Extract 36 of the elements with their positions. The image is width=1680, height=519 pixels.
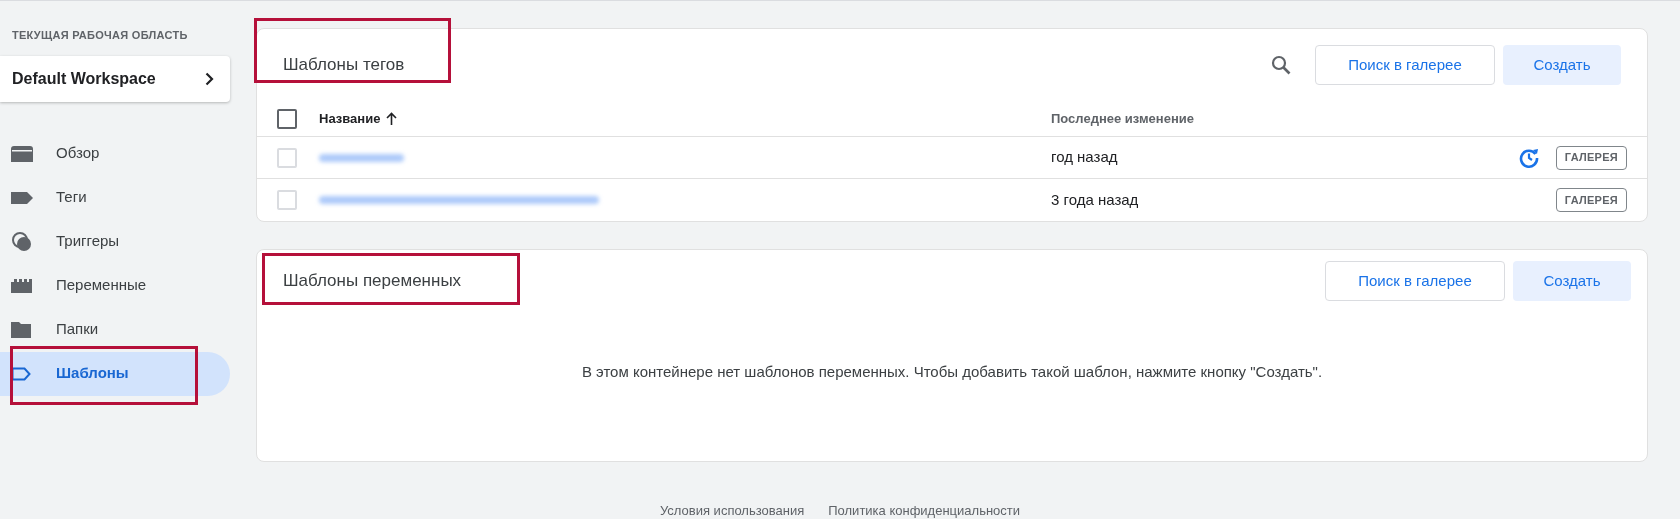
gallery-search-button[interactable]: Поиск в галерее: [1325, 261, 1505, 301]
table-row[interactable]: 3 года назад ГАЛЕРЕЯ: [257, 179, 1647, 221]
update-clock-icon[interactable]: [1517, 146, 1540, 169]
folder-icon: [11, 321, 31, 338]
tag-icon: [11, 191, 33, 204]
search-icon[interactable]: [1271, 55, 1291, 75]
modified-time: 3 года назад: [1051, 189, 1140, 210]
empty-state-message: В этом контейнере нет шаблонов переменных. Чтобы добавить такой шаблон, нажмите кнопку "Создать".: [581, 362, 1323, 383]
gallery-search-button[interactable]: Поиск в галерее: [1315, 45, 1495, 85]
modified-time: год назад: [1051, 147, 1119, 168]
brick-icon: [11, 278, 33, 293]
footer-link[interactable]: Условия использования: [659, 501, 805, 519]
column-header[interactable]: Название: [319, 108, 1051, 129]
trigger-icon: [11, 230, 33, 253]
section-title: Шаблоны переменных: [283, 270, 463, 293]
footer-link[interactable]: Политика конфиденциальности: [828, 501, 1021, 519]
gallery-badge: ГАЛЕРЕЯ: [1555, 145, 1627, 170]
checkbox[interactable]: [277, 108, 297, 129]
nav-item[interactable]: Папки: [0, 307, 230, 352]
nav-item[interactable]: Шаблоны: [0, 351, 230, 396]
workspace-selector[interactable]: Default Workspace: [0, 55, 230, 102]
nav-item[interactable]: Теги: [0, 175, 230, 220]
sort-up-icon: [386, 112, 398, 125]
create-button[interactable]: Создать: [1513, 261, 1631, 301]
gallery-badge: ГАЛЕРЕЯ: [1555, 188, 1627, 212]
nav-item[interactable]: Переменные: [0, 263, 230, 308]
column-header: Последнее изменение: [1051, 109, 1194, 128]
section-title: Шаблоны тегов: [283, 54, 406, 77]
chevron-right-icon: [205, 71, 214, 86]
label-outline-icon: [11, 366, 31, 381]
create-button[interactable]: Создать: [1503, 45, 1621, 85]
nav-item[interactable]: Триггеры: [0, 219, 230, 264]
table-row[interactable]: год назад ГАЛЕРЕЯ: [257, 137, 1647, 179]
nav-item[interactable]: Обзор: [0, 131, 230, 176]
overview-icon: [11, 145, 33, 162]
workspace-label: ТЕКУЩАЯ РАБОЧАЯ ОБЛАСТЬ: [11, 28, 189, 43]
